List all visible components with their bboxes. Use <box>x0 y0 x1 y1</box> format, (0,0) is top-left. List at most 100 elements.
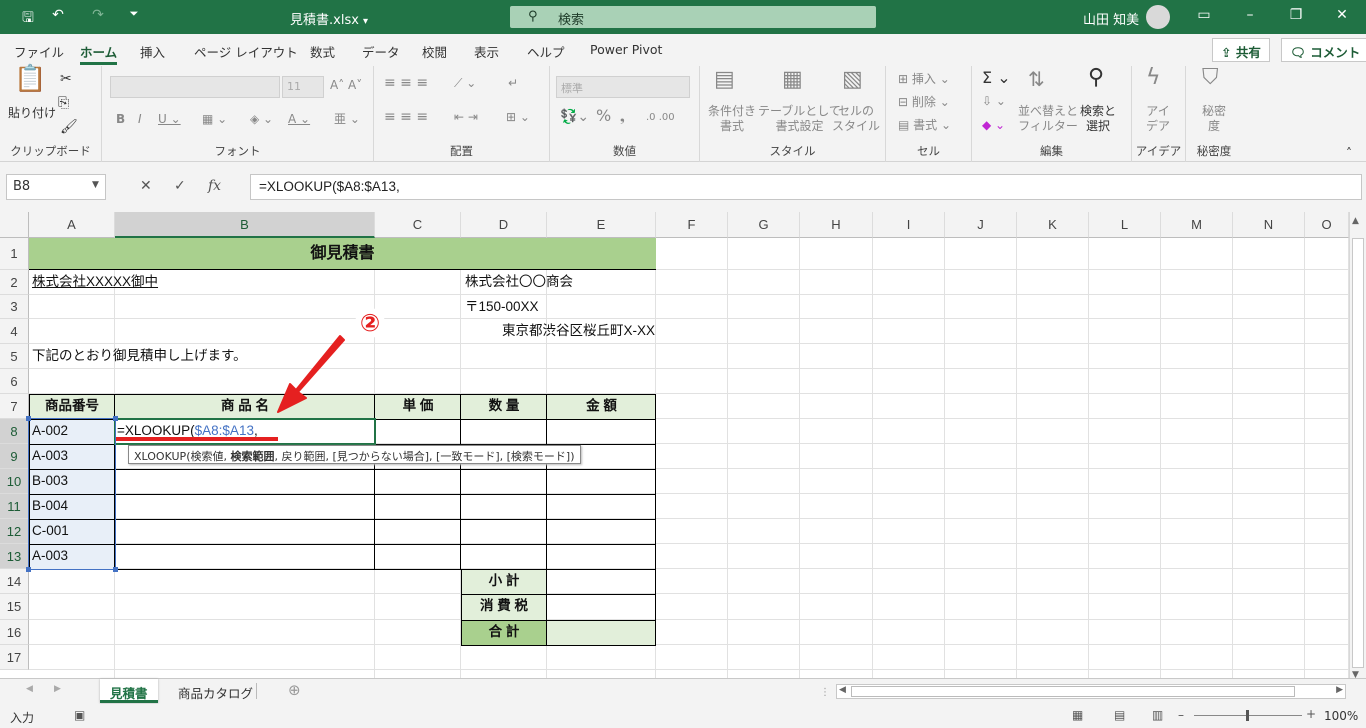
autosum-icon[interactable]: Σ ⌄ <box>982 70 1011 86</box>
page-break-view-icon[interactable]: ▥ <box>1152 708 1163 722</box>
fill-color-icon[interactable]: ◈ ⌄ <box>250 112 273 127</box>
font-grow-icon[interactable]: A˄ A˅ <box>330 78 362 93</box>
tab-home[interactable]: ホーム <box>80 42 118 65</box>
close-icon[interactable]: ✕ <box>1330 7 1354 23</box>
align-top-icon[interactable]: ≡ ≡ ≡ <box>384 76 428 91</box>
column-header-k[interactable]: K <box>1017 212 1089 238</box>
zoom-out-icon[interactable]: – <box>1178 708 1184 722</box>
delete-cells-button[interactable]: ⊟ 削除 ⌄ <box>898 95 950 110</box>
cut-icon[interactable]: ✂ <box>60 72 72 87</box>
vertical-scrollbar[interactable]: ▲ ▼ <box>1349 212 1366 680</box>
normal-view-icon[interactable]: ▦ <box>1072 708 1083 722</box>
avatar[interactable] <box>1146 5 1170 29</box>
bold-icon[interactable]: B <box>116 112 125 127</box>
restore-icon[interactable]: ❐ <box>1284 7 1308 23</box>
ideas-icon[interactable]: ϟ <box>1146 67 1161 89</box>
column-header-o[interactable]: O <box>1305 212 1349 238</box>
save-icon[interactable]: 🖫 <box>16 7 40 31</box>
scroll-up-icon[interactable]: ▲ <box>1352 216 1359 226</box>
indent-icon[interactable]: ⇤ ⇥ <box>454 110 478 125</box>
search-box[interactable]: ⚲ 検索 <box>510 6 876 28</box>
tab-insert[interactable]: 挿入 <box>140 42 165 61</box>
horizontal-scroll-thumb[interactable] <box>851 686 1295 697</box>
conditional-format-icon[interactable]: ▤ <box>714 69 735 91</box>
zoom-level[interactable]: 100% <box>1324 709 1358 723</box>
borders-icon[interactable]: ▦ ⌄ <box>202 112 227 127</box>
zoom-slider-thumb[interactable] <box>1246 710 1249 721</box>
sheet-tab-catalog[interactable]: 商品カタログ <box>168 679 263 703</box>
percent-icon[interactable]: % <box>596 108 611 124</box>
ribbon-display-icon[interactable]: ▭ <box>1192 7 1216 23</box>
clear-icon[interactable]: ◆ ⌄ <box>982 118 1005 133</box>
worksheet-grid[interactable]: ABCDEFGHIJKLMNO 1 2 3 4 5 6 7 8 9 10 11 12 13 14 15 16 1… <box>0 212 1349 678</box>
format-painter-icon[interactable]: 🖌 <box>60 120 78 135</box>
cancel-icon[interactable]: ✕ <box>140 178 152 194</box>
font-color-icon[interactable]: A ⌄ <box>288 112 310 127</box>
tab-data[interactable]: データ <box>362 42 400 61</box>
macro-record-icon[interactable]: ▣ <box>74 708 85 722</box>
comma-icon[interactable]: ❟ <box>620 110 625 125</box>
column-header-g[interactable]: G <box>728 212 800 238</box>
font-name-dropdown[interactable] <box>110 76 280 98</box>
tab-file[interactable]: ファイル <box>14 42 64 61</box>
insert-cells-button[interactable]: ⊞ 挿入 ⌄ <box>898 72 950 87</box>
scroll-left-icon[interactable]: ◀ <box>839 685 846 695</box>
sort-filter-button[interactable]: 並べ替えと フィルター <box>1018 104 1078 134</box>
wrap-text-icon[interactable]: ↵ <box>508 76 518 91</box>
number-format-dropdown[interactable]: 標準 <box>556 76 690 98</box>
column-header-i[interactable]: I <box>873 212 945 238</box>
name-box-dropdown-icon[interactable]: ▼ <box>92 180 99 190</box>
conditional-format-button[interactable]: 条件付き 書式 <box>708 104 756 134</box>
column-header-m[interactable]: M <box>1161 212 1233 238</box>
underline-icon[interactable]: U ⌄ <box>158 112 181 127</box>
scroll-right-icon[interactable]: ▶ <box>1336 685 1343 695</box>
format-table-icon[interactable]: ▦ <box>782 69 803 91</box>
collapse-ribbon-icon[interactable]: ˄ <box>1346 146 1352 161</box>
font-size-dropdown[interactable]: 11 <box>282 76 324 98</box>
user-name[interactable]: 山田 知美 <box>1083 9 1139 28</box>
merge-center-icon[interactable]: ⊞ ⌄ <box>506 110 530 125</box>
tab-help[interactable]: ヘルプ <box>527 42 565 61</box>
phonetic-icon[interactable]: 亜 ⌄ <box>334 112 360 127</box>
currency-icon[interactable]: 💱⌄ <box>560 110 589 125</box>
insert-function-icon[interactable]: fx <box>208 178 221 194</box>
sensitivity-button[interactable]: 秘密 度 <box>1202 104 1226 134</box>
fill-icon[interactable]: ⇩ ⌄ <box>982 94 1006 109</box>
cell-styles-icon[interactable]: ▧ <box>842 69 863 91</box>
format-table-button[interactable]: テーブルとして 書式設定 <box>758 104 841 134</box>
formula-input[interactable]: =XLOOKUP($A8:$A13, <box>250 174 1362 200</box>
ideas-button[interactable]: アイ デア <box>1146 104 1170 134</box>
tab-review[interactable]: 校閲 <box>422 42 447 61</box>
zoom-in-icon[interactable]: + <box>1306 707 1316 721</box>
format-cells-button[interactable]: ▤ 書式 ⌄ <box>898 118 951 133</box>
column-header-j[interactable]: J <box>945 212 1017 238</box>
share-button[interactable]: ⇪ 共有 <box>1212 38 1270 62</box>
page-layout-view-icon[interactable]: ▤ <box>1114 708 1125 722</box>
horizontal-scrollbar[interactable]: ◀ ▶ <box>836 684 1346 699</box>
tab-formulas[interactable]: 数式 <box>310 42 335 61</box>
minimize-icon[interactable]: – <box>1238 7 1262 23</box>
prev-sheet-icon[interactable]: ◀ <box>26 684 33 694</box>
customize-qat-icon[interactable]: ⏷ <box>122 7 146 21</box>
tab-power-pivot[interactable]: Power Pivot <box>590 42 662 57</box>
column-header-l[interactable]: L <box>1089 212 1161 238</box>
comment-button[interactable]: 🗨 コメント <box>1281 38 1366 62</box>
sensitivity-icon[interactable]: ⛉ <box>1202 67 1219 89</box>
tab-view[interactable]: 表示 <box>474 42 499 61</box>
column-header-n[interactable]: N <box>1233 212 1305 238</box>
find-select-button[interactable]: 検索と 選択 <box>1080 104 1116 134</box>
enter-icon[interactable]: ✓ <box>174 178 186 194</box>
window-title[interactable]: 見積書.xlsx ▾ <box>290 9 368 28</box>
paste-icon[interactable]: 📋 <box>14 66 46 92</box>
sort-filter-icon[interactable]: ⇅ <box>1028 69 1045 89</box>
find-icon[interactable]: ⚲ <box>1088 67 1104 89</box>
decimal-icon[interactable]: .0 .00 <box>646 110 675 125</box>
sheet-tab-estimate[interactable]: 見積書 <box>100 679 158 703</box>
undo-icon[interactable]: ↶ <box>46 7 70 23</box>
column-header-h[interactable]: H <box>800 212 873 238</box>
copy-icon[interactable]: ⎘ <box>58 96 69 111</box>
vertical-scroll-thumb[interactable] <box>1352 238 1364 668</box>
name-box[interactable]: B8 <box>6 174 106 200</box>
align-left-icon[interactable]: ≡ ≡ ≡ <box>384 110 428 125</box>
tab-split-handle-icon[interactable]: ⋮ <box>820 687 830 698</box>
